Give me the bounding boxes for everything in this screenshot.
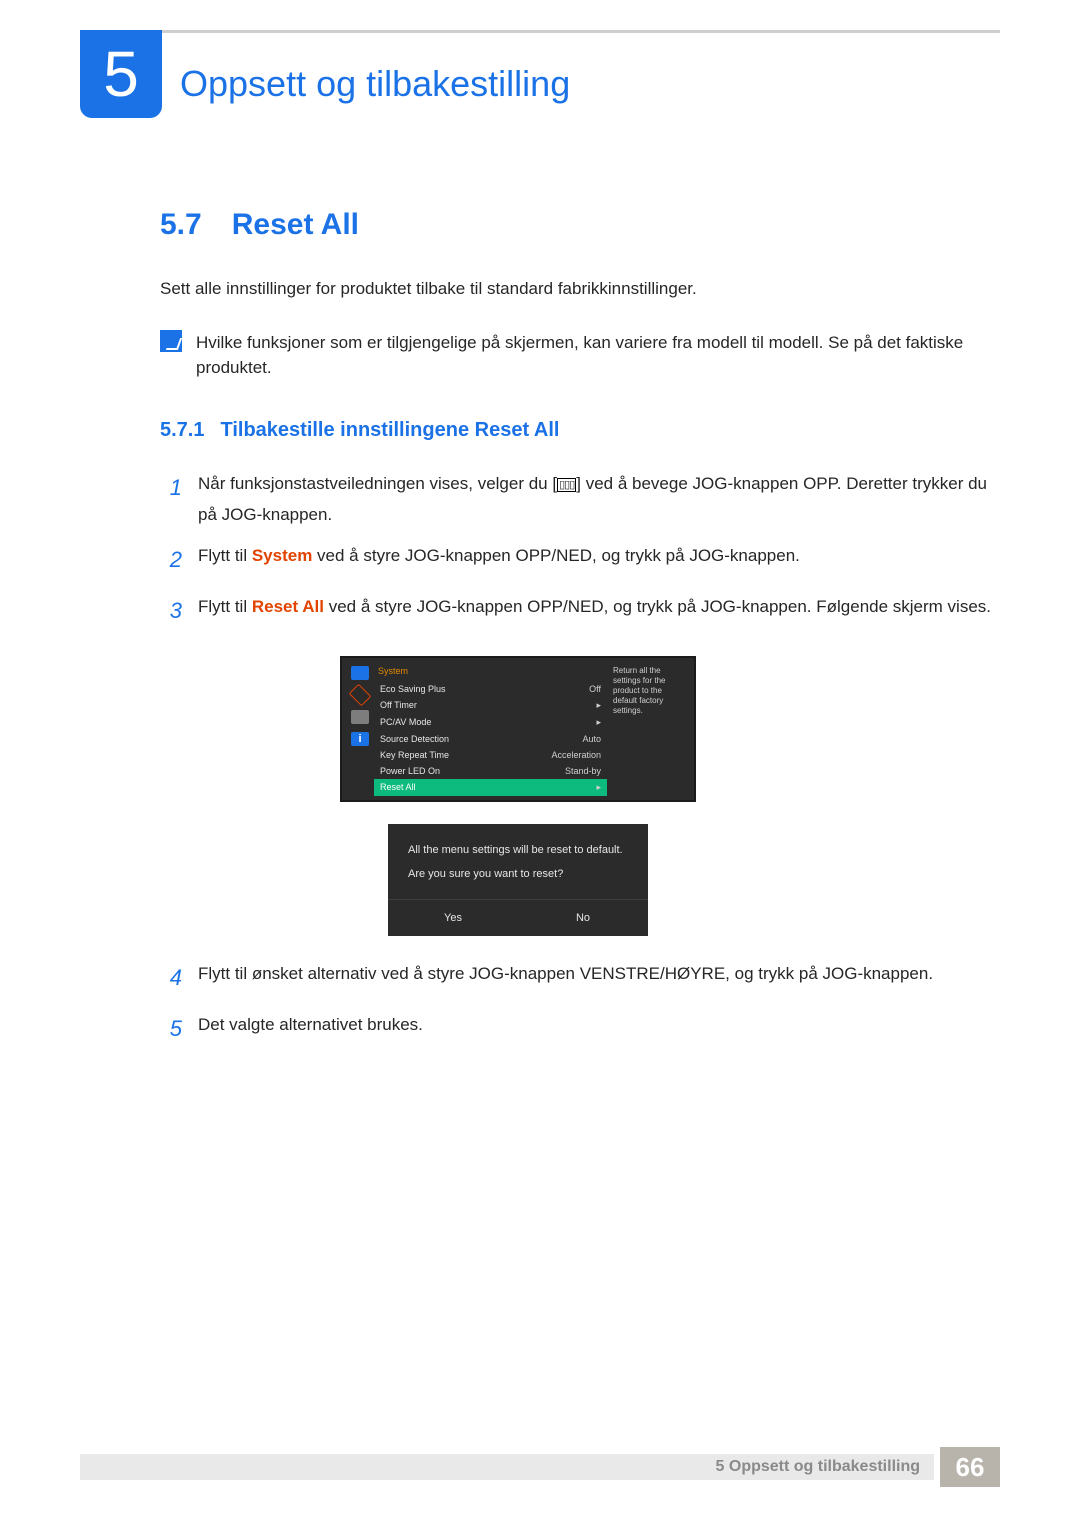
dialog-no-button[interactable]: No — [518, 900, 648, 937]
osd-nav-icons: i — [346, 662, 374, 796]
monitor-icon — [351, 666, 369, 680]
osd-row-label: Key Repeat Time — [380, 750, 449, 760]
step-3: 3 Flytt til Reset All ved å styre JOG-kn… — [160, 591, 1000, 632]
step-number: 4 — [160, 958, 182, 999]
dialog-text-1: All the menu settings will be reset to d… — [408, 842, 628, 859]
osd-menu-row: Power LED On Stand-by — [374, 763, 607, 779]
subsection-heading: 5.7.1 Tilbakestille innstillingene Reset… — [160, 419, 1000, 442]
step-text: Flytt til — [198, 597, 252, 616]
osd-menu-row: Off Timer ▸ — [374, 697, 607, 714]
osd-help-text: Return all the settings for the product … — [607, 662, 689, 796]
page-number: 66 — [940, 1447, 1000, 1487]
note-text: Hvilke funksjoner som er tilgjengelige p… — [196, 330, 1000, 381]
chapter-title: Oppsett og tilbakestilling — [180, 33, 570, 105]
osd-menu-row: PC/AV Mode ▸ — [374, 714, 607, 731]
step-number: 2 — [160, 540, 182, 581]
dialog-text-2: Are you sure you want to reset? — [408, 866, 628, 883]
footer-label: 5 Oppsett og tilbakestilling — [716, 1458, 920, 1476]
step-text: Flytt til ønsket alternativ ved å styre … — [198, 958, 1000, 989]
subsection-number: 5.7.1 — [160, 419, 204, 442]
step-number: 3 — [160, 591, 182, 632]
osd-menu-row: Source Detection Auto — [374, 731, 607, 747]
step-text: Når funksjonstastveiledningen vises, vel… — [198, 474, 557, 493]
note-block: Hvilke funksjoner som er tilgjengelige p… — [160, 330, 1000, 381]
step-number: 5 — [160, 1009, 182, 1050]
chapter-number-badge: 5 — [80, 30, 162, 118]
osd-menu-row: Eco Saving Plus Off — [374, 681, 607, 697]
move-icon — [349, 683, 372, 706]
osd-menu-row: Key Repeat Time Acceleration — [374, 747, 607, 763]
intro-text: Sett alle innstillinger for produktet ti… — [160, 276, 1000, 302]
osd-menu-row: Reset All ▸ — [374, 779, 607, 796]
osd-row-label: Off Timer — [380, 700, 417, 711]
page-footer: 5 Oppsett og tilbakestilling 66 — [80, 1447, 1000, 1487]
chapter-header: 5 Oppsett og tilbakestilling — [80, 30, 1000, 118]
osd-caption: System — [374, 662, 607, 681]
subsection-title: Tilbakestille innstillingene Reset All — [220, 419, 559, 442]
note-icon — [160, 330, 182, 352]
section-number: 5.7 — [160, 208, 202, 242]
step-text: Det valgte alternativet brukes. — [198, 1009, 1000, 1040]
step-1: 1 Når funksjonstastveiledningen vises, v… — [160, 468, 1000, 531]
strong-text: Reset All — [252, 597, 324, 616]
osd-row-value: Acceleration — [551, 750, 601, 760]
osd-row-value: ▸ — [596, 700, 601, 711]
step-4: 4 Flytt til ønsket alternativ ved å styr… — [160, 958, 1000, 999]
step-text: ved å styre JOG-knappen OPP/NED, og tryk… — [312, 546, 800, 565]
section-title: Reset All — [232, 208, 359, 242]
osd-row-label: Reset All — [380, 782, 416, 793]
osd-row-value: ▸ — [596, 717, 601, 728]
dialog-yes-button[interactable]: Yes — [388, 900, 518, 937]
section-heading: 5.7 Reset All — [160, 208, 1000, 242]
osd-row-label: Eco Saving Plus — [380, 684, 446, 694]
osd-row-label: Source Detection — [380, 734, 449, 744]
osd-row-label: Power LED On — [380, 766, 440, 776]
menu-icon: ▯▯▯ — [557, 478, 576, 492]
step-number: 1 — [160, 468, 182, 509]
osd-row-label: PC/AV Mode — [380, 717, 431, 728]
step-2: 2 Flytt til System ved å styre JOG-knapp… — [160, 540, 1000, 581]
step-text: Flytt til — [198, 546, 252, 565]
osd-screenshot: i System Eco Saving PlusOffOff Timer▸PC/… — [340, 656, 696, 802]
osd-row-value: Auto — [582, 734, 601, 744]
step-5: 5 Det valgte alternativet brukes. — [160, 1009, 1000, 1050]
confirm-dialog: All the menu settings will be reset to d… — [388, 824, 648, 937]
gear-icon — [351, 710, 369, 724]
step-text: ved å styre JOG-knappen OPP/NED, og tryk… — [324, 597, 991, 616]
osd-row-value: Stand-by — [565, 766, 601, 776]
strong-text: System — [252, 546, 312, 565]
osd-row-value: Off — [589, 684, 601, 694]
osd-row-value: ▸ — [596, 782, 601, 793]
info-icon: i — [351, 732, 369, 746]
